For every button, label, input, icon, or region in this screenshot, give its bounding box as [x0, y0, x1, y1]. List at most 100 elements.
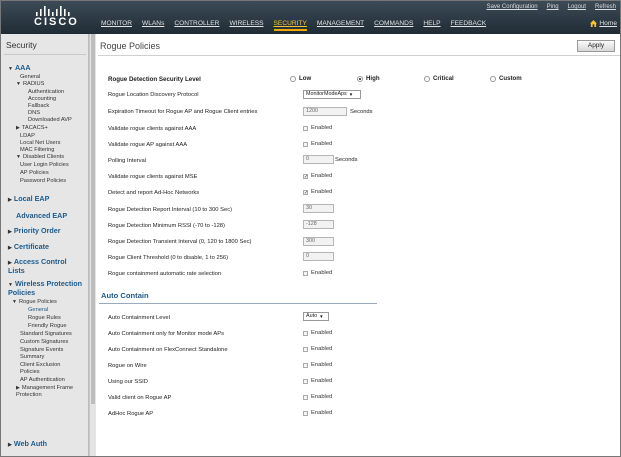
scrollbar-thumb[interactable]	[91, 34, 95, 404]
sidebar-item-ap-authentication[interactable]: AP Authentication	[20, 377, 65, 383]
checkbox-empty[interactable]	[303, 394, 308, 400]
rogue-on-wire-checkbox[interactable]: Enabled	[303, 362, 332, 368]
transient-input[interactable]: 300	[303, 237, 334, 246]
sidebar-item-fallback[interactable]: Fallback	[28, 103, 49, 109]
sidebar-aaa[interactable]: ▼ AAA	[8, 63, 31, 72]
sidebar-item-rogue-general[interactable]: General	[28, 307, 48, 313]
checkbox-empty[interactable]	[303, 410, 308, 416]
checkbox-checked[interactable]: ✓	[303, 189, 308, 195]
sidebar-item-dns[interactable]: DNS	[28, 110, 40, 116]
radio-high[interactable]: High	[357, 75, 380, 82]
nav-wireless[interactable]: WIRELESS	[229, 20, 263, 31]
save-configuration-link[interactable]: Save Configuration	[487, 4, 538, 10]
sidebar-item-rogue-policies[interactable]: ▼ Rogue Policies	[12, 299, 57, 305]
sidebar-item-standard-signatures[interactable]: Standard Signatures	[20, 331, 72, 337]
nav-security[interactable]: SECURITY	[273, 20, 307, 31]
checkbox-empty[interactable]	[303, 378, 308, 384]
sidebar-item-rogue-rules[interactable]: Rogue Rules	[28, 315, 61, 321]
nav-wlans[interactable]: WLANs	[142, 20, 164, 31]
nav-commands[interactable]: COMMANDS	[374, 20, 413, 31]
sidebar-item-user-login-policies[interactable]: User Login Policies	[20, 162, 69, 168]
home-label: Home	[599, 20, 617, 27]
using-our-ssid-checkbox[interactable]: Enabled	[303, 378, 332, 384]
page: CISCO Save Configuration Ping Logout Ref…	[0, 0, 621, 457]
auto-containment-level-label: Auto Containment Level	[108, 315, 170, 321]
radio-button[interactable]	[490, 75, 496, 82]
sidebar-item-mfp-label: Management Frame Protection	[16, 385, 74, 398]
adhoc-rogue-ap-label: AdHoc Rogue AP	[108, 411, 154, 417]
sidebar-local-eap[interactable]: ▶ Local EAP	[8, 194, 49, 203]
apply-button[interactable]: Apply	[577, 40, 615, 52]
ac-flexconnect-checkbox[interactable]: Enabled	[303, 346, 332, 352]
sidebar-item-friendly-rogue[interactable]: Friendly Rogue	[28, 323, 67, 329]
validate-mse-checkbox[interactable]: ✓ Enabled	[303, 173, 332, 179]
nav-feedback[interactable]: FEEDBACK	[451, 20, 487, 31]
sidebar-item-authentication[interactable]: Authentication	[28, 89, 64, 95]
auto-containment-level-select[interactable]: Auto ▼	[303, 312, 329, 321]
radio-button[interactable]	[424, 75, 430, 82]
home-link[interactable]: Home	[590, 20, 617, 27]
report-interval-label: Rogue Detection Report Interval (10 to 3…	[108, 207, 233, 213]
radio-critical[interactable]: Critical	[424, 75, 454, 82]
sidebar-item-ldap[interactable]: LDAP	[20, 133, 35, 139]
location-protocol-select[interactable]: MonitorModeAps ▼	[303, 90, 361, 99]
client-threshold-input[interactable]: 0	[303, 252, 334, 261]
sidebar-item-custom-signatures[interactable]: Custom Signatures	[20, 339, 68, 345]
checkbox-empty[interactable]	[303, 346, 308, 352]
ping-link[interactable]: Ping	[547, 4, 559, 10]
sidebar-item-radius[interactable]: ▼ RADIUS	[16, 81, 44, 87]
sidebar-scrollbar[interactable]	[89, 34, 96, 456]
logout-link[interactable]: Logout	[568, 4, 586, 10]
adhoc-rogue-ap-checkbox[interactable]: Enabled	[303, 410, 332, 416]
sidebar-web-auth[interactable]: ▶ Web Auth	[8, 439, 47, 448]
sidebar-item-tacacs[interactable]: ▶ TACACS+	[16, 125, 48, 131]
enabled-label: Enabled	[311, 173, 333, 179]
sidebar-advanced-eap[interactable]: Advanced EAP	[16, 211, 67, 220]
sidebar-item-password-policies[interactable]: Password Policies	[20, 178, 66, 184]
sidebar-item-signature-events-summary[interactable]: Signature Events Summary	[20, 347, 80, 361]
validate-ap-aaa-checkbox[interactable]: Enabled	[303, 141, 332, 147]
sidebar-item-local-net-users[interactable]: Local Net Users	[20, 140, 60, 146]
checkbox-empty[interactable]	[303, 362, 308, 368]
ac-monitor-mode-checkbox[interactable]: Enabled	[303, 330, 332, 336]
sidebar-access-control-lists[interactable]: ▶ Access Control Lists	[8, 258, 82, 275]
checkbox-checked[interactable]: ✓	[303, 173, 308, 179]
sidebar-item-management-frame-protection[interactable]: ▶ Management Frame Protection	[16, 385, 86, 399]
checkbox-empty[interactable]	[303, 141, 308, 147]
sidebar-item-disabled-clients[interactable]: ▼ Disabled Clients	[16, 154, 64, 160]
min-rssi-input[interactable]: -128	[303, 220, 334, 229]
page-title: Rogue Policies	[100, 41, 161, 51]
valid-client-rogue-ap-checkbox[interactable]: Enabled	[303, 394, 332, 400]
expiration-input[interactable]: 1200	[303, 107, 347, 116]
nav-management[interactable]: MANAGEMENT	[317, 20, 364, 31]
radio-button-selected[interactable]	[357, 75, 363, 82]
enabled-label: Enabled	[311, 410, 333, 416]
report-interval-input[interactable]: 30	[303, 204, 334, 213]
checkbox-empty[interactable]	[303, 125, 308, 131]
sidebar-item-downloaded-avp[interactable]: Downloaded AVP	[28, 117, 72, 123]
sidebar-priority-order[interactable]: ▶ Priority Order	[8, 226, 61, 235]
refresh-link[interactable]: Refresh	[595, 4, 616, 10]
sidebar-certificate-label: Certificate	[13, 242, 50, 251]
sidebar-item-ap-policies[interactable]: AP Policies	[20, 170, 49, 176]
sidebar-wireless-protection-policies[interactable]: ▼ Wireless Protection Policies	[8, 280, 88, 297]
sidebar-item-client-exclusion-policies[interactable]: Client Exclusion Policies	[20, 362, 76, 376]
nav-controller[interactable]: CONTROLLER	[174, 20, 219, 31]
checkbox-empty[interactable]	[303, 270, 308, 276]
radio-custom[interactable]: Custom	[490, 75, 522, 82]
sidebar-item-accounting[interactable]: Accounting	[28, 96, 56, 102]
radio-low[interactable]: Low	[290, 75, 311, 82]
nav-monitor[interactable]: MONITOR	[101, 20, 132, 31]
auto-rate-checkbox[interactable]: Enabled	[303, 270, 332, 276]
adhoc-checkbox[interactable]: ✓ Enabled	[303, 189, 332, 195]
polling-input[interactable]: 0	[303, 155, 334, 164]
validate-clients-aaa-checkbox[interactable]: Enabled	[303, 125, 332, 131]
checkbox-empty[interactable]	[303, 330, 308, 336]
nav-help[interactable]: HELP	[423, 20, 440, 31]
sidebar-item-general[interactable]: General	[20, 74, 40, 80]
sidebar-item-tacacs-label: TACACS+	[21, 125, 48, 131]
sidebar-item-mac-filtering[interactable]: MAC Filtering	[20, 147, 54, 153]
sidebar-certificate[interactable]: ▶ Certificate	[8, 242, 49, 251]
chevron-down-icon: ▼	[348, 92, 354, 97]
radio-button[interactable]	[290, 75, 296, 82]
